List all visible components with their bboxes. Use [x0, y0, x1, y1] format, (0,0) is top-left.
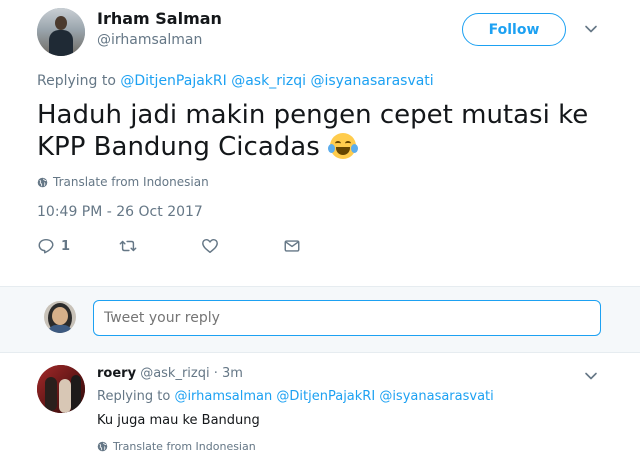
reply-author-name[interactable]: roery	[97, 366, 136, 381]
tears-of-joy-emoji-icon	[328, 133, 359, 159]
mention-link[interactable]: @DitjenPajakRI	[276, 389, 375, 404]
chevron-down-icon[interactable]	[584, 22, 598, 36]
reply-composer	[0, 286, 640, 353]
reply-text: Ku juga mau ke Bandung	[97, 413, 260, 428]
mention-link[interactable]: @DitjenPajakRI	[120, 73, 226, 89]
globe-icon	[37, 177, 48, 187]
replying-to: Replying to @DitjenPajakRI @ask_rizqi @i…	[37, 73, 434, 89]
reply-author-handle[interactable]: @ask_rizqi	[140, 366, 209, 381]
mention-link[interactable]: @ask_rizqi	[231, 73, 306, 89]
reply-separator: ·	[213, 366, 218, 381]
author-name[interactable]: Irham Salman	[97, 9, 222, 28]
reply-count: 1	[61, 238, 71, 254]
tweet-timestamp[interactable]: 10:49 PM - 26 Oct 2017	[37, 204, 203, 220]
reply-header: roery @ask_rizqi · 3m	[97, 366, 243, 381]
mention-link[interactable]: @irhamsalman	[174, 389, 272, 404]
main-tweet: Irham Salman @irhamsalman Follow Replyin…	[0, 0, 640, 286]
translate-label: Translate from Indonesian	[53, 175, 209, 189]
reply-time[interactable]: 3m	[222, 366, 243, 381]
like-icon	[202, 238, 218, 254]
replying-prefix: Replying to	[97, 389, 171, 404]
reply-translate-link[interactable]: Translate from Indonesian	[97, 440, 256, 453]
chevron-down-icon[interactable]	[584, 369, 598, 383]
mention-link[interactable]: @isyanasarasvati	[310, 73, 433, 89]
current-user-avatar	[44, 301, 76, 333]
tweet-text-content: Haduh jadi makin pengen cepet mutasi ke …	[37, 100, 589, 162]
retweet-icon	[119, 240, 137, 252]
replying-prefix: Replying to	[37, 73, 116, 89]
reply-author-avatar[interactable]	[37, 365, 85, 413]
tweet-reply-input[interactable]	[93, 300, 601, 336]
translate-link[interactable]: Translate from Indonesian	[37, 175, 209, 189]
reply-tweet: roery @ask_rizqi · 3m Replying to @irham…	[0, 353, 640, 468]
tweet-text: Haduh jadi makin pengen cepet mutasi ke …	[37, 99, 597, 163]
direct-message-action[interactable]	[283, 236, 301, 256]
tweet-actions: 1	[37, 236, 337, 256]
follow-button[interactable]: Follow	[462, 13, 566, 46]
retweet-action[interactable]	[119, 236, 137, 256]
reply-icon	[38, 238, 54, 254]
globe-icon	[97, 441, 108, 452]
direct-message-icon	[284, 240, 300, 252]
reply-replying-to: Replying to @irhamsalman @DitjenPajakRI …	[97, 389, 494, 404]
author-avatar[interactable]	[37, 8, 85, 56]
author-handle[interactable]: @irhamsalman	[97, 32, 202, 48]
reply-action[interactable]: 1	[37, 236, 70, 256]
like-action[interactable]	[201, 236, 219, 256]
translate-label: Translate from Indonesian	[113, 440, 256, 453]
mention-link[interactable]: @isyanasarasvati	[379, 389, 493, 404]
